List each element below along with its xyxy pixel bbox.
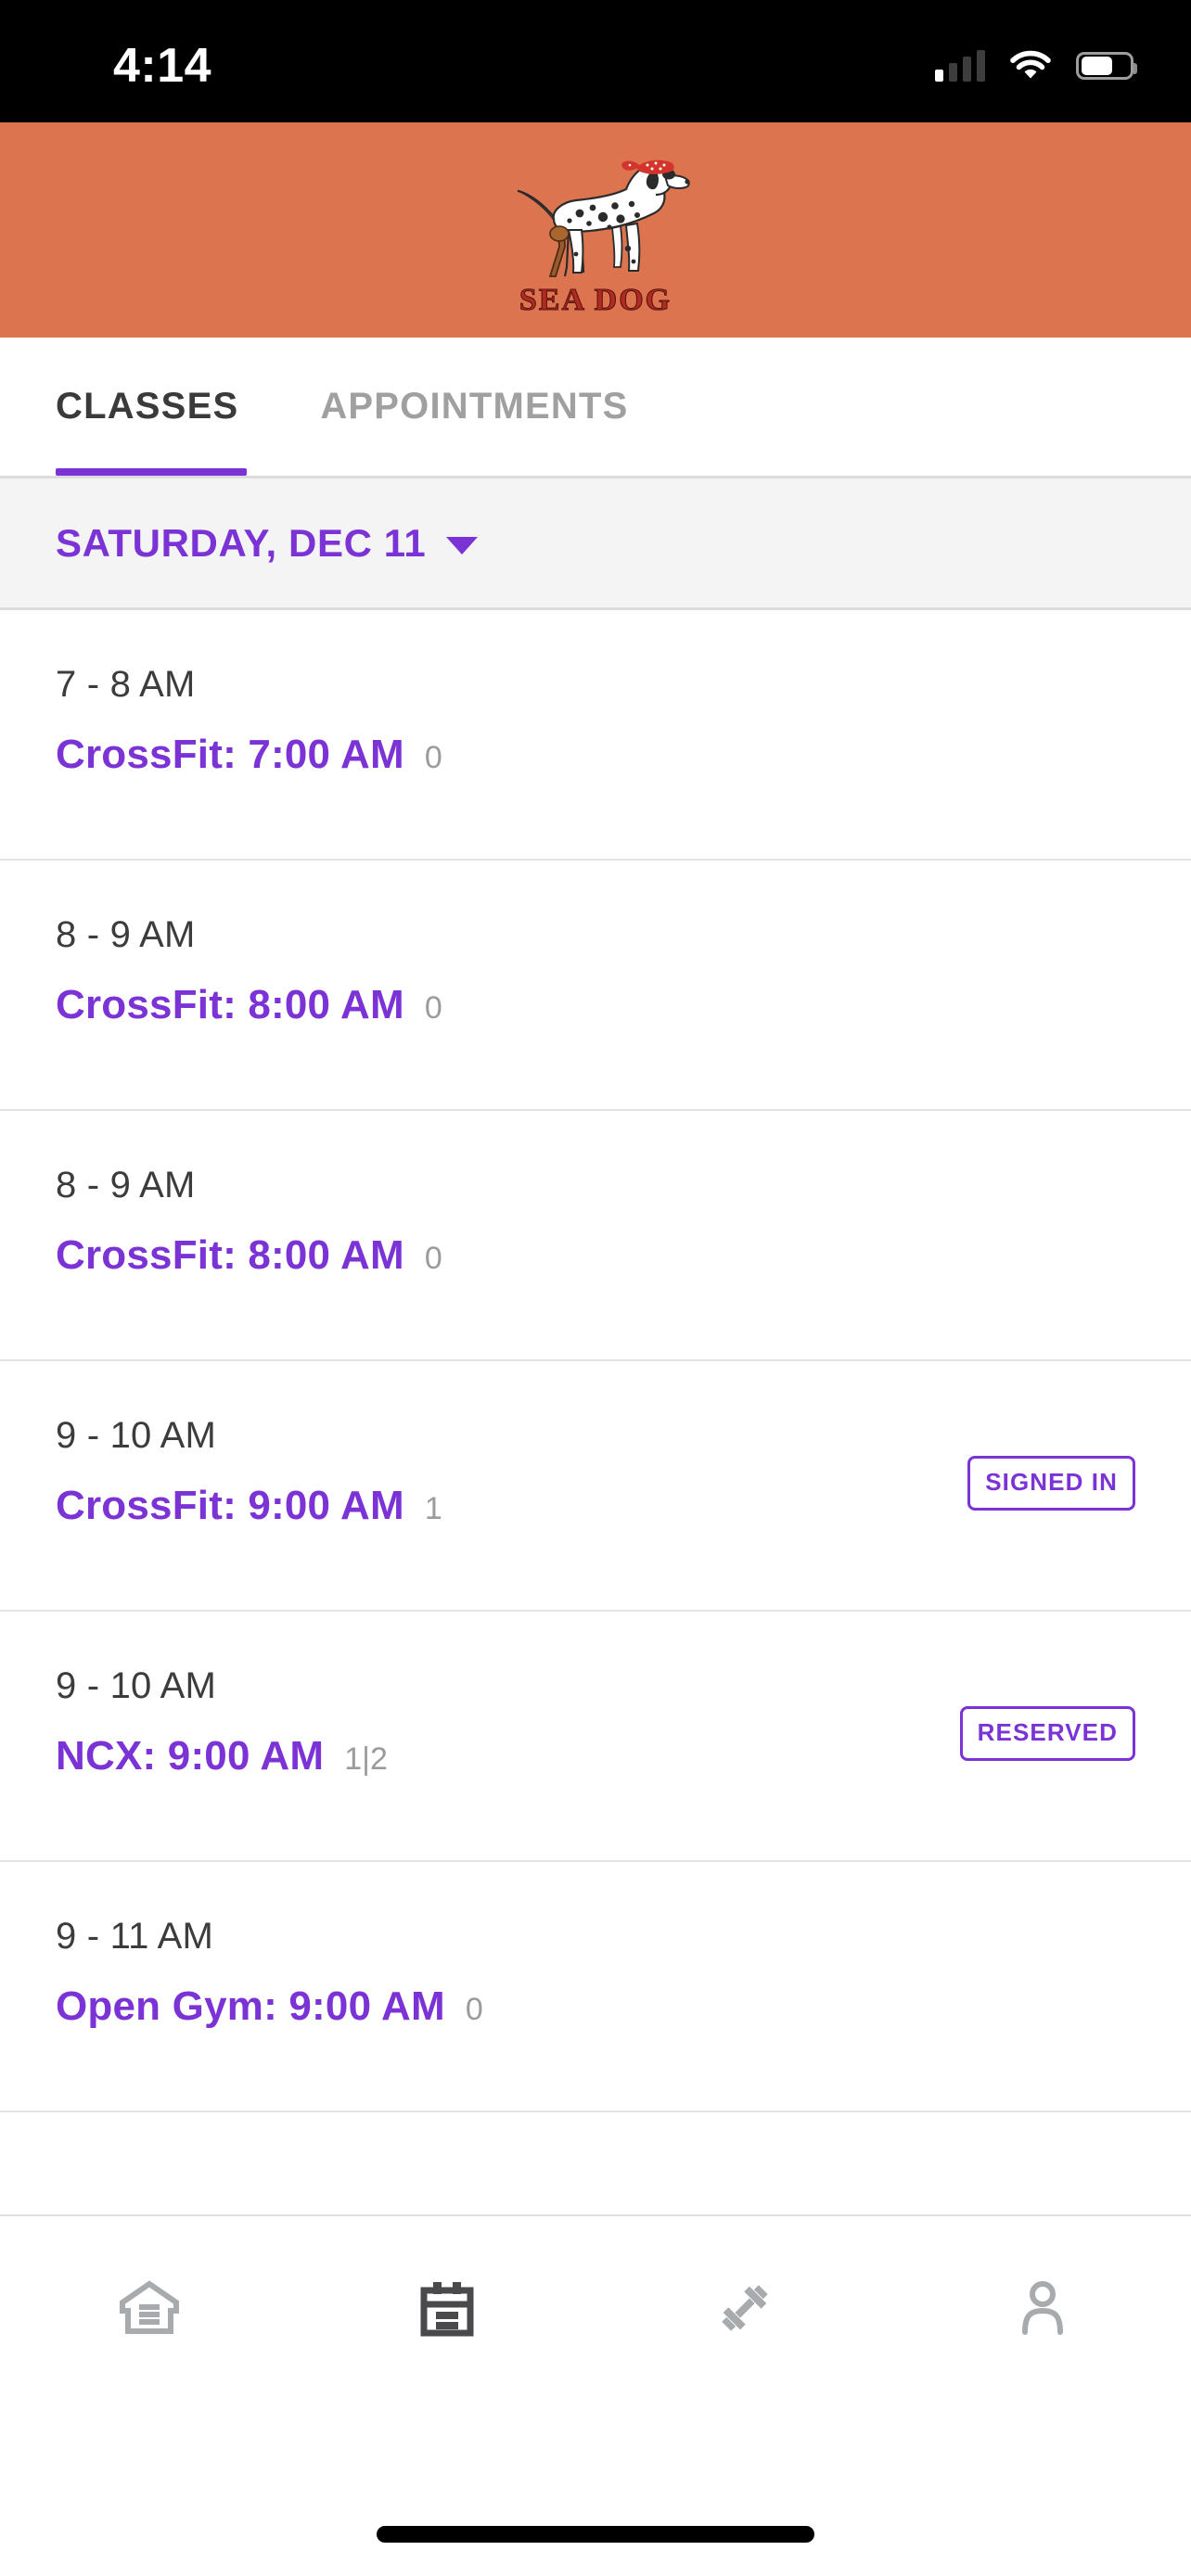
- class-row[interactable]: 9 - 11 AM Open Gym: 9:00 AM 0: [0, 1862, 1191, 2112]
- class-name: CrossFit: 8:00 AM: [56, 1232, 404, 1278]
- calendar-icon: [413, 2274, 481, 2342]
- class-row[interactable]: 7 - 8 AM CrossFit: 7:00 AM 0: [0, 610, 1191, 861]
- nav-item-workouts[interactable]: [596, 2216, 893, 2342]
- status-bar: 4:14: [0, 0, 1191, 122]
- brand-header: SEA DOG: [0, 122, 1191, 338]
- class-name: Open Gym: 9:00 AM: [56, 1983, 445, 2029]
- svg-text:SEA DOG: SEA DOG: [519, 283, 672, 317]
- sea-dog-logo: SEA DOG: [480, 137, 711, 323]
- tab-appointments[interactable]: APPOINTMENTS: [320, 386, 628, 427]
- date-selector[interactable]: SATURDAY, DEC 11: [0, 476, 1191, 610]
- class-count: 0: [424, 990, 442, 1026]
- class-name: CrossFit: 9:00 AM: [56, 1483, 404, 1528]
- class-count: 1|2: [344, 1741, 388, 1777]
- class-row[interactable]: 9 - 10 AM NCX: 9:00 AM 1|2 RESERVED: [0, 1612, 1191, 1862]
- dumbbell-icon: [711, 2274, 779, 2342]
- tab-classes[interactable]: CLASSES: [56, 386, 238, 427]
- date-selector-label: SATURDAY, DEC 11: [56, 520, 427, 565]
- class-row[interactable]: 9 - 10 AM CrossFit: 9:00 AM 1 SIGNED IN: [0, 1361, 1191, 1612]
- nav-item-profile[interactable]: [893, 2216, 1191, 2342]
- wifi-icon: [1009, 50, 1052, 82]
- class-count: 0: [424, 1241, 442, 1276]
- person-icon: [1008, 2274, 1077, 2342]
- class-name: NCX: 9:00 AM: [56, 1733, 325, 1779]
- class-time-range: 9 - 10 AM: [56, 1665, 216, 1706]
- status-bar-indicators: [935, 50, 1137, 82]
- battery-icon: [1076, 52, 1137, 80]
- nav-item-calendar[interactable]: [298, 2216, 596, 2342]
- status-bar-time: 4:14: [113, 39, 212, 93]
- class-time-range: 8 - 9 AM: [56, 1165, 196, 1205]
- nav-item-home[interactable]: [0, 2216, 298, 2342]
- top-tabs: CLASSES APPOINTMENTS: [0, 338, 1191, 475]
- home-building-icon: [115, 2274, 184, 2342]
- tab-active-underline: [56, 468, 247, 476]
- class-list[interactable]: 7 - 8 AM CrossFit: 7:00 AM 0 8 - 9 AM Cr…: [0, 610, 1191, 2117]
- status-badge: RESERVED: [959, 1706, 1135, 1761]
- chevron-down-icon: [446, 537, 479, 555]
- status-badge: SIGNED IN: [967, 1456, 1135, 1511]
- class-row[interactable]: 8 - 9 AM CrossFit: 8:00 AM 0: [0, 861, 1191, 1111]
- class-time-range: 9 - 11 AM: [56, 1916, 214, 1957]
- class-name: CrossFit: 8:00 AM: [56, 982, 404, 1027]
- class-count: 0: [465, 1992, 483, 2027]
- home-indicator: [377, 2526, 814, 2543]
- class-time-range: 8 - 9 AM: [56, 914, 196, 955]
- class-count: 0: [424, 740, 442, 775]
- class-row[interactable]: 8 - 9 AM CrossFit: 8:00 AM 0: [0, 1111, 1191, 1361]
- class-time-range: 7 - 8 AM: [56, 664, 196, 705]
- class-count: 1: [424, 1491, 442, 1526]
- class-time-range: 9 - 10 AM: [56, 1415, 216, 1456]
- cellular-signal-icon: [935, 50, 985, 82]
- bottom-nav: [0, 2214, 1191, 2493]
- class-name: CrossFit: 7:00 AM: [56, 732, 404, 777]
